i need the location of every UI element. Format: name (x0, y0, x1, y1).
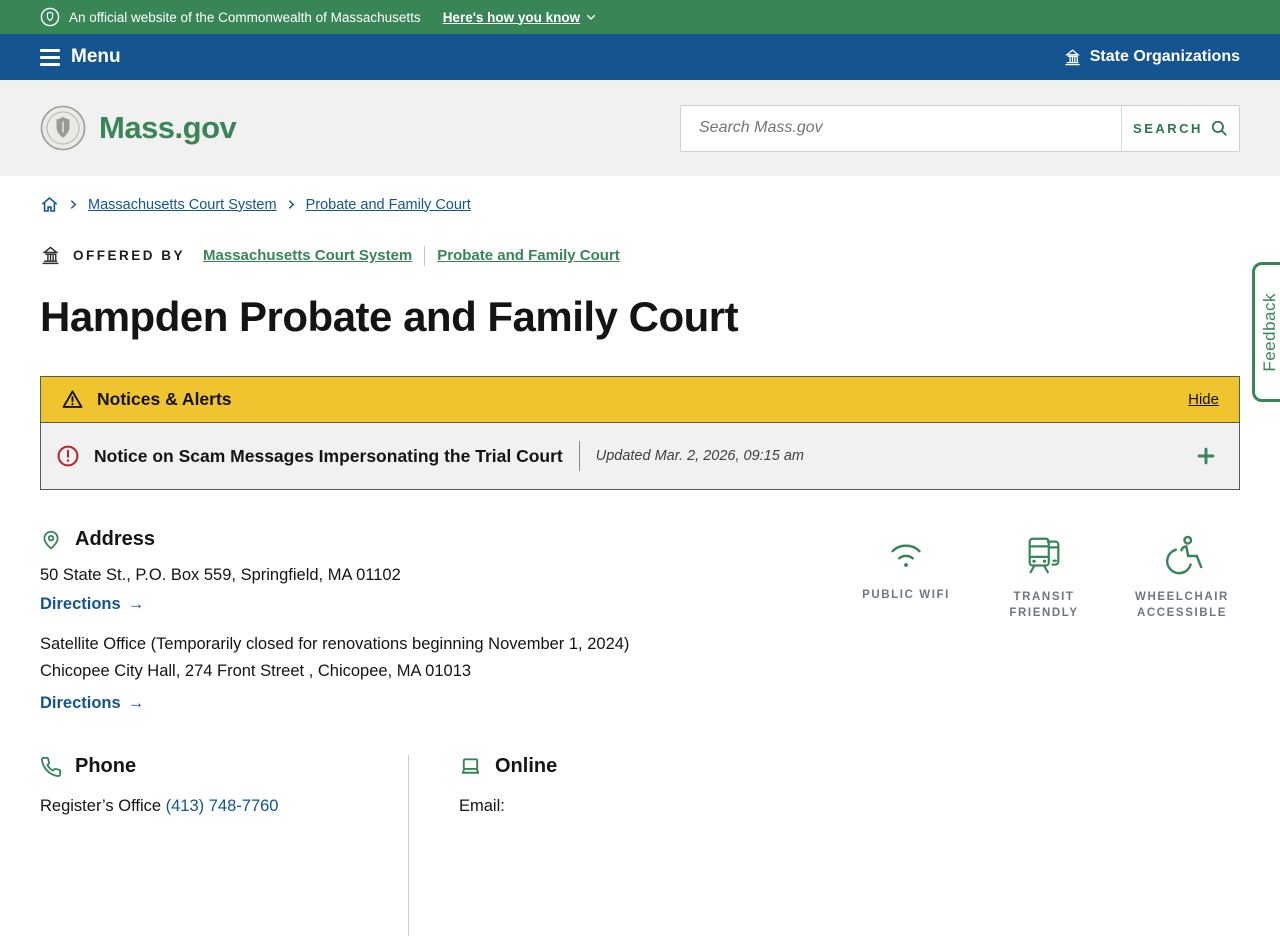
laptop-icon (459, 755, 482, 778)
divider (578, 441, 580, 471)
menu-label: Menu (71, 46, 121, 67)
arrow-right-icon: → (127, 694, 145, 713)
notices-header: Notices & Alerts Hide (41, 377, 1239, 422)
phone-icon (40, 756, 62, 778)
state-seal-icon (40, 7, 60, 27)
capitol-building-icon (1063, 48, 1082, 67)
search-bar: SEARCH (680, 104, 1240, 152)
notices-panel: Notices & Alerts Hide Notice on Scam Mes… (40, 376, 1240, 490)
menu-button[interactable]: Menu (40, 46, 121, 68)
notice-title: Notice on Scam Messages Impersonating th… (94, 445, 563, 466)
site-header: Mass.gov SEARCH (0, 80, 1280, 176)
capitol-building-icon (40, 245, 61, 266)
state-organizations-label: State Organizations (1089, 48, 1240, 65)
online-block: Online Email: (408, 755, 557, 936)
official-banner-text: An official website of the Commonwealth … (69, 9, 421, 25)
location-section: Address 50 State St., P.O. Box 559, Spri… (40, 528, 1240, 713)
directions-label: Directions (40, 595, 121, 613)
amenities: PUBLIC WIFI TRANSIT FRIENDLY WHEELCHAIR … (848, 528, 1240, 621)
feedback-label: Feedback (1260, 292, 1279, 372)
amenity-label: TRANSIT FRIENDLY (1009, 591, 1079, 620)
hide-link[interactable]: Hide (1188, 391, 1219, 408)
amenity-transit-friendly: TRANSIT FRIENDLY (986, 534, 1102, 621)
satellite-office-line1: Satellite Office (Temporarily closed for… (40, 635, 630, 653)
home-icon[interactable] (40, 195, 59, 214)
notice-row[interactable]: Notice on Scam Messages Impersonating th… (41, 422, 1239, 489)
satellite-office-line2: Chicopee City Hall, 274 Front Street , C… (40, 661, 472, 680)
page-title: Hampden Probate and Family Court (40, 293, 739, 340)
phone-number-link[interactable]: (413) 748-7760 (166, 797, 279, 815)
offered-by-link-court-system[interactable]: Massachusetts Court System (203, 247, 412, 264)
how-you-know-link[interactable]: Here's how you know (443, 10, 598, 25)
chevron-down-icon (585, 11, 597, 23)
notices-heading: Notices & Alerts (97, 389, 232, 409)
amenity-label: WHEELCHAIR ACCESSIBLE (1135, 591, 1229, 620)
arrow-right-icon: → (127, 595, 145, 613)
phone-heading: Phone (75, 755, 137, 778)
amenity-label: PUBLIC WIFI (862, 589, 950, 601)
address-heading: Address (75, 528, 156, 550)
search-icon (1210, 119, 1228, 137)
hamburger-icon (40, 48, 60, 66)
offered-by-link-probate-family[interactable]: Probate and Family Court (437, 247, 620, 264)
breadcrumb-link-court-system[interactable]: Massachusetts Court System (88, 197, 277, 213)
feedback-tab[interactable]: Feedback (1252, 262, 1280, 402)
chevron-right-icon (68, 199, 79, 210)
breadcrumb-link-probate-family[interactable]: Probate and Family Court (306, 197, 471, 213)
official-banner: An official website of the Commonwealth … (0, 0, 1280, 34)
phone-block: Phone Register’s Office (413) 748-7760 (40, 755, 408, 936)
wheelchair-icon (1160, 534, 1204, 576)
warning-triangle-icon (61, 388, 84, 411)
breadcrumb: Massachusetts Court System Probate and F… (40, 195, 1240, 214)
offered-by-label: OFFERED BY (73, 248, 186, 263)
search-button-label: SEARCH (1133, 120, 1203, 136)
map-pin-icon (40, 529, 62, 551)
massgov-seal-icon (40, 105, 86, 151)
how-you-know-label: Here's how you know (442, 9, 581, 25)
main-nav: Menu State Organizations (0, 34, 1280, 80)
search-input[interactable] (681, 105, 1121, 151)
alert-circle-icon (56, 444, 80, 468)
contact-section: Phone Register’s Office (413) 748-7760 O… (40, 755, 1240, 936)
address-block: Address 50 State St., P.O. Box 559, Spri… (40, 528, 629, 713)
divider (424, 245, 426, 266)
satellite-directions-link[interactable]: Directions → (40, 694, 144, 713)
notice-updated: Updated Mar. 2, 2026, 09:15 am (595, 448, 804, 464)
address-main: 50 State St., P.O. Box 559, Springfield,… (40, 566, 401, 584)
massgov-logo-text: Mass.gov (99, 110, 237, 145)
transit-icon (1021, 534, 1067, 576)
directions-label: Directions (40, 694, 121, 713)
expand-notice-button[interactable] (1195, 445, 1217, 467)
wifi-icon (883, 534, 929, 574)
online-heading: Online (495, 755, 558, 778)
amenity-wheelchair-accessible: WHEELCHAIR ACCESSIBLE (1124, 534, 1240, 621)
massgov-logo[interactable]: Mass.gov (40, 105, 237, 151)
phone-line-label: Register’s Office (40, 797, 166, 816)
state-organizations-link[interactable]: State Organizations (1063, 48, 1240, 67)
email-label: Email: (459, 797, 505, 816)
amenity-public-wifi: PUBLIC WIFI (848, 534, 964, 621)
offered-by: OFFERED BY Massachusetts Court System Pr… (40, 245, 1240, 266)
directions-link[interactable]: Directions → (40, 595, 144, 614)
chevron-right-icon (286, 199, 297, 210)
search-button[interactable]: SEARCH (1121, 105, 1239, 151)
